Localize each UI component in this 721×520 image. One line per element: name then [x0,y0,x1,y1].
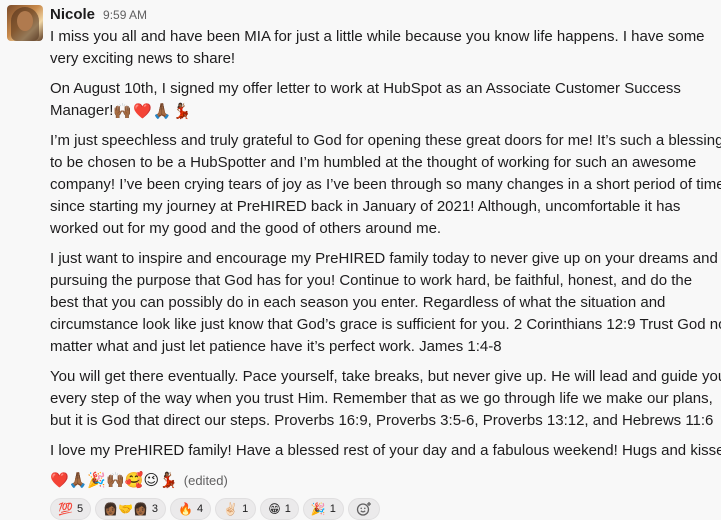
message-text-line: every step of the way when you trust Him… [50,390,713,407]
reaction-emoji-icon: 😁 [268,502,281,516]
message-paragraph: I’m just speechless and truly grateful t… [50,130,721,240]
inline-emoji-group: 🙌🏾 ❤️ 🙏🏾 💃🏾 [113,102,191,120]
reaction-emoji-icon: 🎉 [310,502,326,516]
edited-label: (edited) [183,473,228,488]
reactions-bar: 💯 5 👩🏾‍🤝‍👩🏾 3 🔥 4 ✌🏻 1 😁 1 🎉 1 [50,498,715,520]
message-text-line: since starting my journey at PreHIRED ba… [50,198,681,215]
message-text-line: very exciting news to share! [50,50,236,67]
reaction-pill[interactable]: 👩🏾‍🤝‍👩🏾 3 [95,498,167,520]
closing-emoji-line: ❤️🙏🏾🎉🙌🏾🥰😉💃🏾 (edited) [50,470,715,492]
reaction-count: 1 [329,503,336,515]
reaction-pill[interactable]: 💯 5 [50,498,92,520]
sender-name[interactable]: Nicole [50,6,95,23]
message-text-line: circumstance look like just know that Go… [50,316,721,333]
message-paragraph: On August 10th, I signed my offer letter… [50,78,715,122]
reaction-pill[interactable]: 😁 1 [260,498,299,520]
reaction-count: 4 [196,503,204,515]
message-text-line: worked out for my good and the good of o… [50,220,442,237]
emoji-icon: ❤️ [133,102,152,121]
reaction-emoji-icon: 👩🏾‍🤝‍👩🏾 [103,502,148,516]
message-text-line: best that you can possibly do in each se… [50,294,666,311]
message-text-line: matter what and just let patience have i… [50,338,502,355]
reaction-emoji-icon: ✌🏻 [223,502,239,516]
message-paragraph: I love my PreHIRED family! Have a blesse… [50,440,721,462]
message-paragraph: I miss you all and have been MIA for jus… [50,26,715,70]
reaction-count: 1 [284,503,291,515]
emoji-icon: 🙏🏾 [68,471,88,489]
message-text-line: I miss you all and have been MIA for jus… [50,28,705,45]
emoji-icon: 🙌🏾 [106,471,125,489]
reaction-count: 1 [242,503,249,515]
emoji-icon: 🙏🏾 [152,102,172,121]
message-text-line: to be chosen to be a HubSpotter and I’m … [50,154,697,171]
message-timestamp[interactable]: 9:59 AM [103,8,147,22]
emoji-icon: 🥰 [124,471,144,489]
message-header: Nicole 9:59 AM [50,6,715,26]
message-text-line: I just want to inspire and encourage my … [50,250,718,267]
reaction-count: 3 [151,503,159,515]
reaction-pill[interactable]: ✌🏻 1 [215,498,257,520]
message-text-line: but it is God that direct our steps. Pro… [50,412,714,429]
add-reaction-button[interactable] [347,498,380,520]
message-text-line: Manager! 🙌🏾 ❤️ 🙏🏾 💃🏾 [50,102,192,121]
message-text-line: I love my PreHIRED family! Have a blesse… [50,442,721,459]
message-text-line: company! I’ve been crying tears of joy a… [50,176,721,193]
reaction-emoji-icon: 💯 [58,502,73,516]
message-text-line: You will get there eventually. Pace your… [50,368,721,385]
emoji-icon: 😉 [143,471,160,489]
reaction-pill[interactable]: 🔥 4 [170,498,212,520]
emoji-icon: ❤️ [50,471,69,489]
emoji-icon: 💃🏾 [172,102,192,121]
message: Nicole 9:59 AM I miss you all and have b… [0,0,721,520]
emoji-icon: 💃🏾 [159,471,178,489]
emoji-icon: 🎉 [87,471,107,489]
message-body: I miss you all and have been MIA for jus… [50,26,721,492]
emoji-icon: 🙌🏾 [113,102,133,121]
message-paragraph: I just want to inspire and encourage my … [50,248,721,358]
reaction-pill[interactable]: 🎉 1 [302,498,344,520]
message-text-line: pursuing the purpose that God has for yo… [50,272,693,289]
message-text-line: On August 10th, I signed my offer letter… [50,80,681,97]
message-paragraph: You will get there eventually. Pace your… [50,366,721,432]
message-text-line: I’m just speechless and truly grateful t… [50,132,721,149]
avatar[interactable] [7,5,43,41]
reaction-emoji-icon: 🔥 [178,502,193,516]
reaction-count: 5 [76,503,84,515]
